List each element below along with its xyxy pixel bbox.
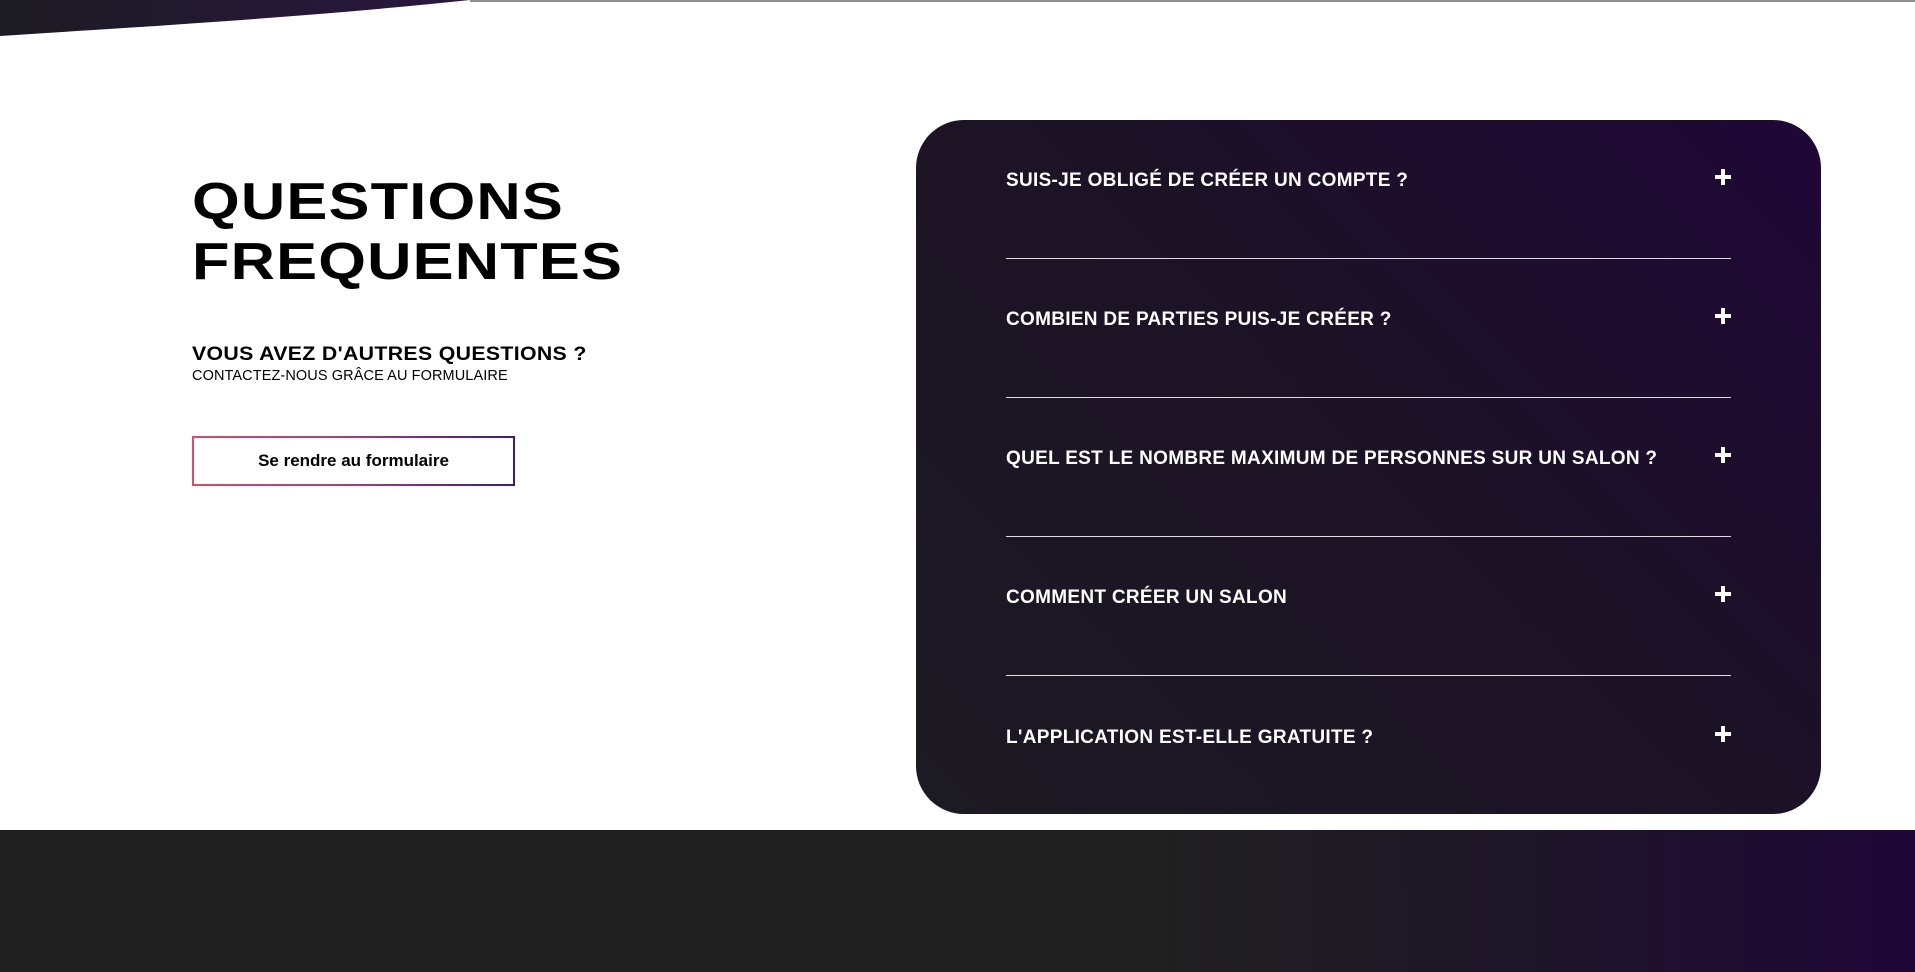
plus-icon[interactable] (1715, 308, 1731, 324)
faq-item-free-app[interactable]: L'APPLICATION EST-ELLE GRATUITE ? (1006, 676, 1731, 814)
faq-list: SUIS-JE OBLIGÉ DE CRÉER UN COMPTE ? COMB… (1006, 120, 1731, 814)
faq-item-account[interactable]: SUIS-JE OBLIGÉ DE CRÉER UN COMPTE ? (1006, 120, 1731, 259)
faq-accordion-panel: SUIS-JE OBLIGÉ DE CRÉER UN COMPTE ? COMB… (916, 120, 1821, 814)
footer-band (0, 830, 1915, 972)
plus-icon[interactable] (1715, 586, 1731, 602)
faq-item-max-players[interactable]: QUEL EST LE NOMBRE MAXIMUM DE PERSONNES … (1006, 398, 1731, 537)
plus-icon[interactable] (1715, 447, 1731, 463)
top-wave-decoration (0, 0, 1915, 36)
page-title: QUESTIONS FREQUENTES (192, 172, 688, 292)
faq-question: QUEL EST LE NOMBRE MAXIMUM DE PERSONNES … (1006, 448, 1658, 469)
page: QUESTIONS FREQUENTES VOUS AVEZ D'AUTRES … (0, 0, 1915, 972)
faq-intro: QUESTIONS FREQUENTES VOUS AVEZ D'AUTRES … (192, 172, 792, 384)
other-questions-heading: VOUS AVEZ D'AUTRES QUESTIONS ? (192, 344, 587, 365)
go-to-form-button[interactable]: Se rendre au formulaire (192, 436, 515, 486)
faq-item-games-count[interactable]: COMBIEN DE PARTIES PUIS-JE CRÉER ? (1006, 259, 1731, 398)
faq-question: COMMENT CRÉER UN SALON (1006, 587, 1288, 608)
faq-question: COMBIEN DE PARTIES PUIS-JE CRÉER ? (1006, 309, 1392, 330)
faq-item-create-room[interactable]: COMMENT CRÉER UN SALON (1006, 537, 1731, 676)
contact-hint-text: CONTACTEZ-NOUS GRÂCE AU FORMULAIRE (192, 368, 508, 384)
plus-icon[interactable] (1715, 725, 1731, 742)
plus-icon[interactable] (1715, 169, 1731, 185)
faq-question: L'APPLICATION EST-ELLE GRATUITE ? (1006, 726, 1374, 748)
faq-question: SUIS-JE OBLIGÉ DE CRÉER UN COMPTE ? (1006, 170, 1409, 191)
page-title-line-1: QUESTIONS (192, 173, 565, 231)
page-title-line-2: FREQUENTES (192, 233, 624, 291)
